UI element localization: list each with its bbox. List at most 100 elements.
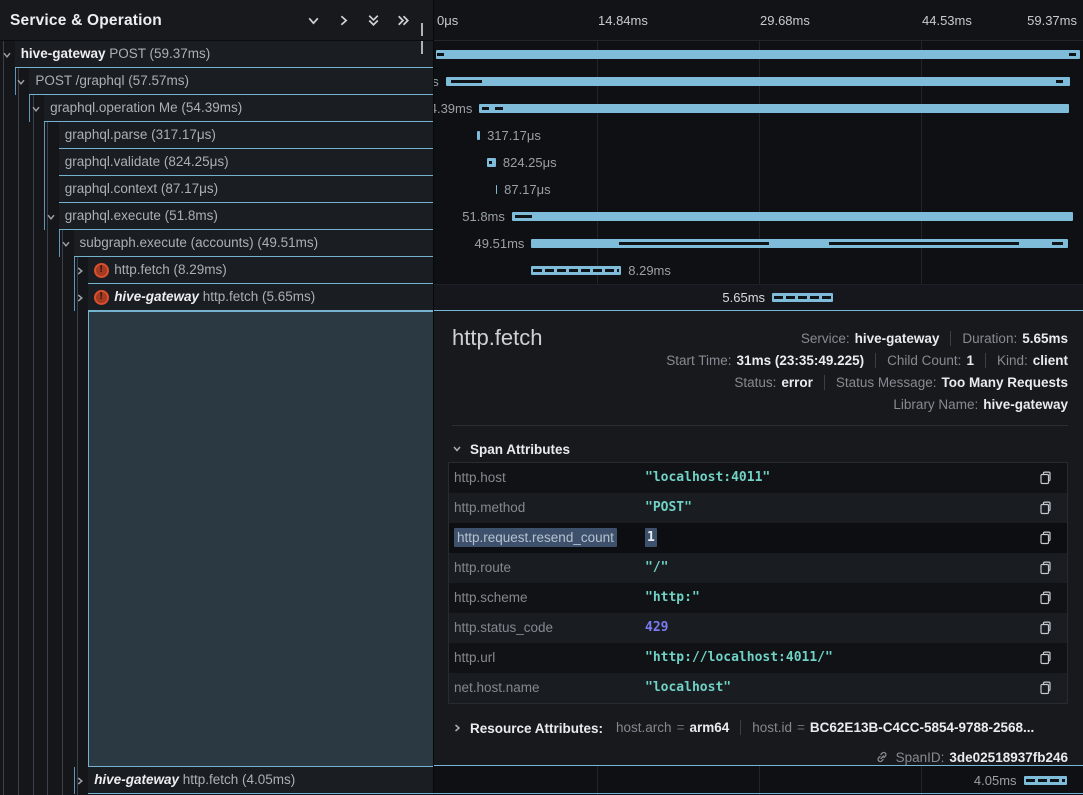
- span-name-duration: http.fetch (4.05ms): [183, 772, 296, 787]
- span-row[interactable]: graphql.validate (824.25μs): [59, 149, 434, 176]
- timeline-row[interactable]: 51.8ms: [434, 203, 1083, 230]
- chevron-right-icon: [452, 723, 462, 733]
- chevron-right-icon[interactable]: [75, 266, 85, 276]
- span-detail-panel: http.fetch Service:hive-gatewayDuration:…: [434, 310, 1083, 766]
- attribute-key: http.method: [454, 500, 525, 515]
- resource-attr-value: BC62E13B-C4CC-5854-9788-2568...: [810, 720, 1034, 735]
- copy-icon[interactable]: [1038, 470, 1053, 491]
- timeline-row[interactable]: 87.17μs: [434, 176, 1083, 203]
- chevron-down-icon[interactable]: [61, 239, 71, 249]
- span-bar[interactable]: [496, 185, 498, 194]
- copy-icon[interactable]: [1038, 650, 1053, 671]
- panel-resize-handle[interactable]: [421, 23, 430, 36]
- timeline-row[interactable]: 57.57ms: [434, 68, 1083, 95]
- timeline-row[interactable]: 8.29ms: [434, 257, 1083, 284]
- ruler-tick-label: 0μs: [437, 0, 458, 41]
- chevron-down-icon[interactable]: [16, 77, 26, 87]
- attribute-key: http.status_code: [454, 620, 553, 635]
- copy-icon[interactable]: [1038, 590, 1053, 611]
- timeline-row[interactable]: 59.37ms: [434, 41, 1083, 68]
- span-name-duration: http.fetch (5.65ms): [203, 289, 316, 304]
- span-bar[interactable]: [479, 104, 1069, 113]
- span-bar[interactable]: [477, 131, 480, 140]
- chevron-down-icon[interactable]: [31, 104, 41, 114]
- attribute-value: "localhost": [645, 680, 731, 695]
- copy-icon[interactable]: [1038, 560, 1053, 581]
- copy-icon[interactable]: [1038, 530, 1053, 551]
- span-name-duration: graphql.parse (317.17μs): [65, 127, 216, 142]
- ruler-tick-label: 44.53ms: [922, 0, 972, 41]
- span-bar[interactable]: [1024, 776, 1068, 785]
- timeline-row[interactable]: 824.25μs: [434, 149, 1083, 176]
- attribute-row[interactable]: http.route"/": [449, 553, 1067, 583]
- meta-value: hive-gateway: [855, 331, 940, 346]
- span-tree-panel: hive-gateway POST (59.37ms)POST /graphql…: [0, 0, 434, 795]
- span-row[interactable]: graphql.parse (317.17μs): [59, 122, 434, 149]
- attribute-row[interactable]: http.status_code429: [449, 613, 1067, 643]
- span-bar[interactable]: [487, 158, 496, 167]
- span-bar[interactable]: [531, 266, 621, 275]
- span-bar[interactable]: [512, 212, 1074, 221]
- chevron-down-icon[interactable]: [46, 212, 56, 222]
- meta-label: Library Name:: [893, 397, 978, 412]
- span-attributes-table: http.host"localhost:4011" http.method "POS…: [448, 462, 1068, 704]
- span-attributes-header[interactable]: Span Attributes: [452, 440, 570, 458]
- span-duration-label: 8.29ms: [628, 257, 671, 284]
- attribute-row[interactable]: http.scheme"http:": [449, 583, 1067, 613]
- attribute-key: net.host.name: [454, 680, 540, 695]
- expand-one-icon[interactable]: [336, 13, 351, 28]
- link-icon: [875, 750, 889, 764]
- attribute-value: "POST": [645, 500, 692, 515]
- timeline-row[interactable]: 54.39ms: [434, 95, 1083, 122]
- meta-value: error: [781, 375, 813, 390]
- chevron-down-icon[interactable]: [2, 50, 12, 60]
- span-row[interactable]: graphql.context (87.17μs): [59, 176, 434, 203]
- timeline-row[interactable]: 49.51ms: [434, 230, 1083, 257]
- attribute-row[interactable]: http.method "POST": [449, 493, 1067, 523]
- span-bar[interactable]: [772, 293, 833, 302]
- span-duration-label: 49.51ms: [475, 230, 525, 257]
- resource-attr-value: arm64: [689, 720, 729, 735]
- timeline-row[interactable]: 4.05ms: [434, 767, 1083, 794]
- attribute-row[interactable]: http.url "http://localhost:4011/": [449, 643, 1067, 673]
- span-bar[interactable]: [531, 239, 1068, 248]
- span-bar[interactable]: [446, 77, 1070, 86]
- span-duration-label: 4.05ms: [974, 767, 1017, 794]
- span-row[interactable]: subgraph.execute (accounts) (49.51ms): [74, 230, 435, 257]
- attribute-value: "http://localhost:4011/": [645, 650, 833, 665]
- span-row[interactable]: graphql.operation Me (54.39ms): [44, 95, 434, 122]
- expand-all-icon[interactable]: [396, 13, 411, 28]
- span-row[interactable]: hive-gateway POST (59.37ms): [15, 41, 434, 68]
- span-bar[interactable]: [436, 50, 1080, 59]
- span-row[interactable]: http.fetch (8.29ms): [88, 257, 434, 284]
- attribute-row[interactable]: http.request.resend_count1: [449, 523, 1067, 553]
- span-name-duration: POST (59.37ms): [109, 46, 210, 61]
- copy-icon[interactable]: [1038, 620, 1053, 641]
- meta-label: Duration:: [962, 331, 1017, 346]
- chevron-right-icon[interactable]: [75, 776, 85, 786]
- timeline-row[interactable]: 5.65ms: [434, 284, 1083, 311]
- span-row[interactable]: hive-gateway http.fetch (4.05ms): [88, 767, 434, 794]
- attribute-key: http.url: [454, 650, 495, 665]
- attribute-row[interactable]: http.host"localhost:4011": [449, 463, 1067, 493]
- meta-label: Child Count:: [887, 353, 961, 368]
- attribute-key: http.scheme: [454, 590, 528, 605]
- timeline-row[interactable]: 317.17μs: [434, 122, 1083, 149]
- ruler-tick-label: 59.37ms: [1027, 0, 1077, 41]
- error-icon: [94, 290, 109, 305]
- collapse-one-icon[interactable]: [306, 13, 321, 28]
- span-name-duration: graphql.validate (824.25μs): [65, 154, 229, 169]
- meta-value: 5.65ms: [1022, 331, 1068, 346]
- attribute-row[interactable]: net.host.name "localhost": [449, 673, 1067, 703]
- span-row[interactable]: POST /graphql (57.57ms): [29, 68, 434, 95]
- span-duration-label: 87.17μs: [504, 176, 551, 203]
- collapse-all-icon[interactable]: [366, 13, 381, 28]
- resource-attributes-row[interactable]: Resource Attributes: host.arch=arm64host…: [452, 719, 1068, 737]
- meta-value: hive-gateway: [983, 397, 1068, 412]
- span-row-selected[interactable]: hive-gateway http.fetch (5.65ms): [88, 284, 434, 311]
- copy-icon[interactable]: [1038, 680, 1053, 701]
- chevron-right-icon[interactable]: [75, 293, 85, 303]
- meta-value: 1: [966, 353, 974, 368]
- copy-icon[interactable]: [1038, 500, 1053, 521]
- span-row[interactable]: graphql.execute (51.8ms): [59, 203, 434, 230]
